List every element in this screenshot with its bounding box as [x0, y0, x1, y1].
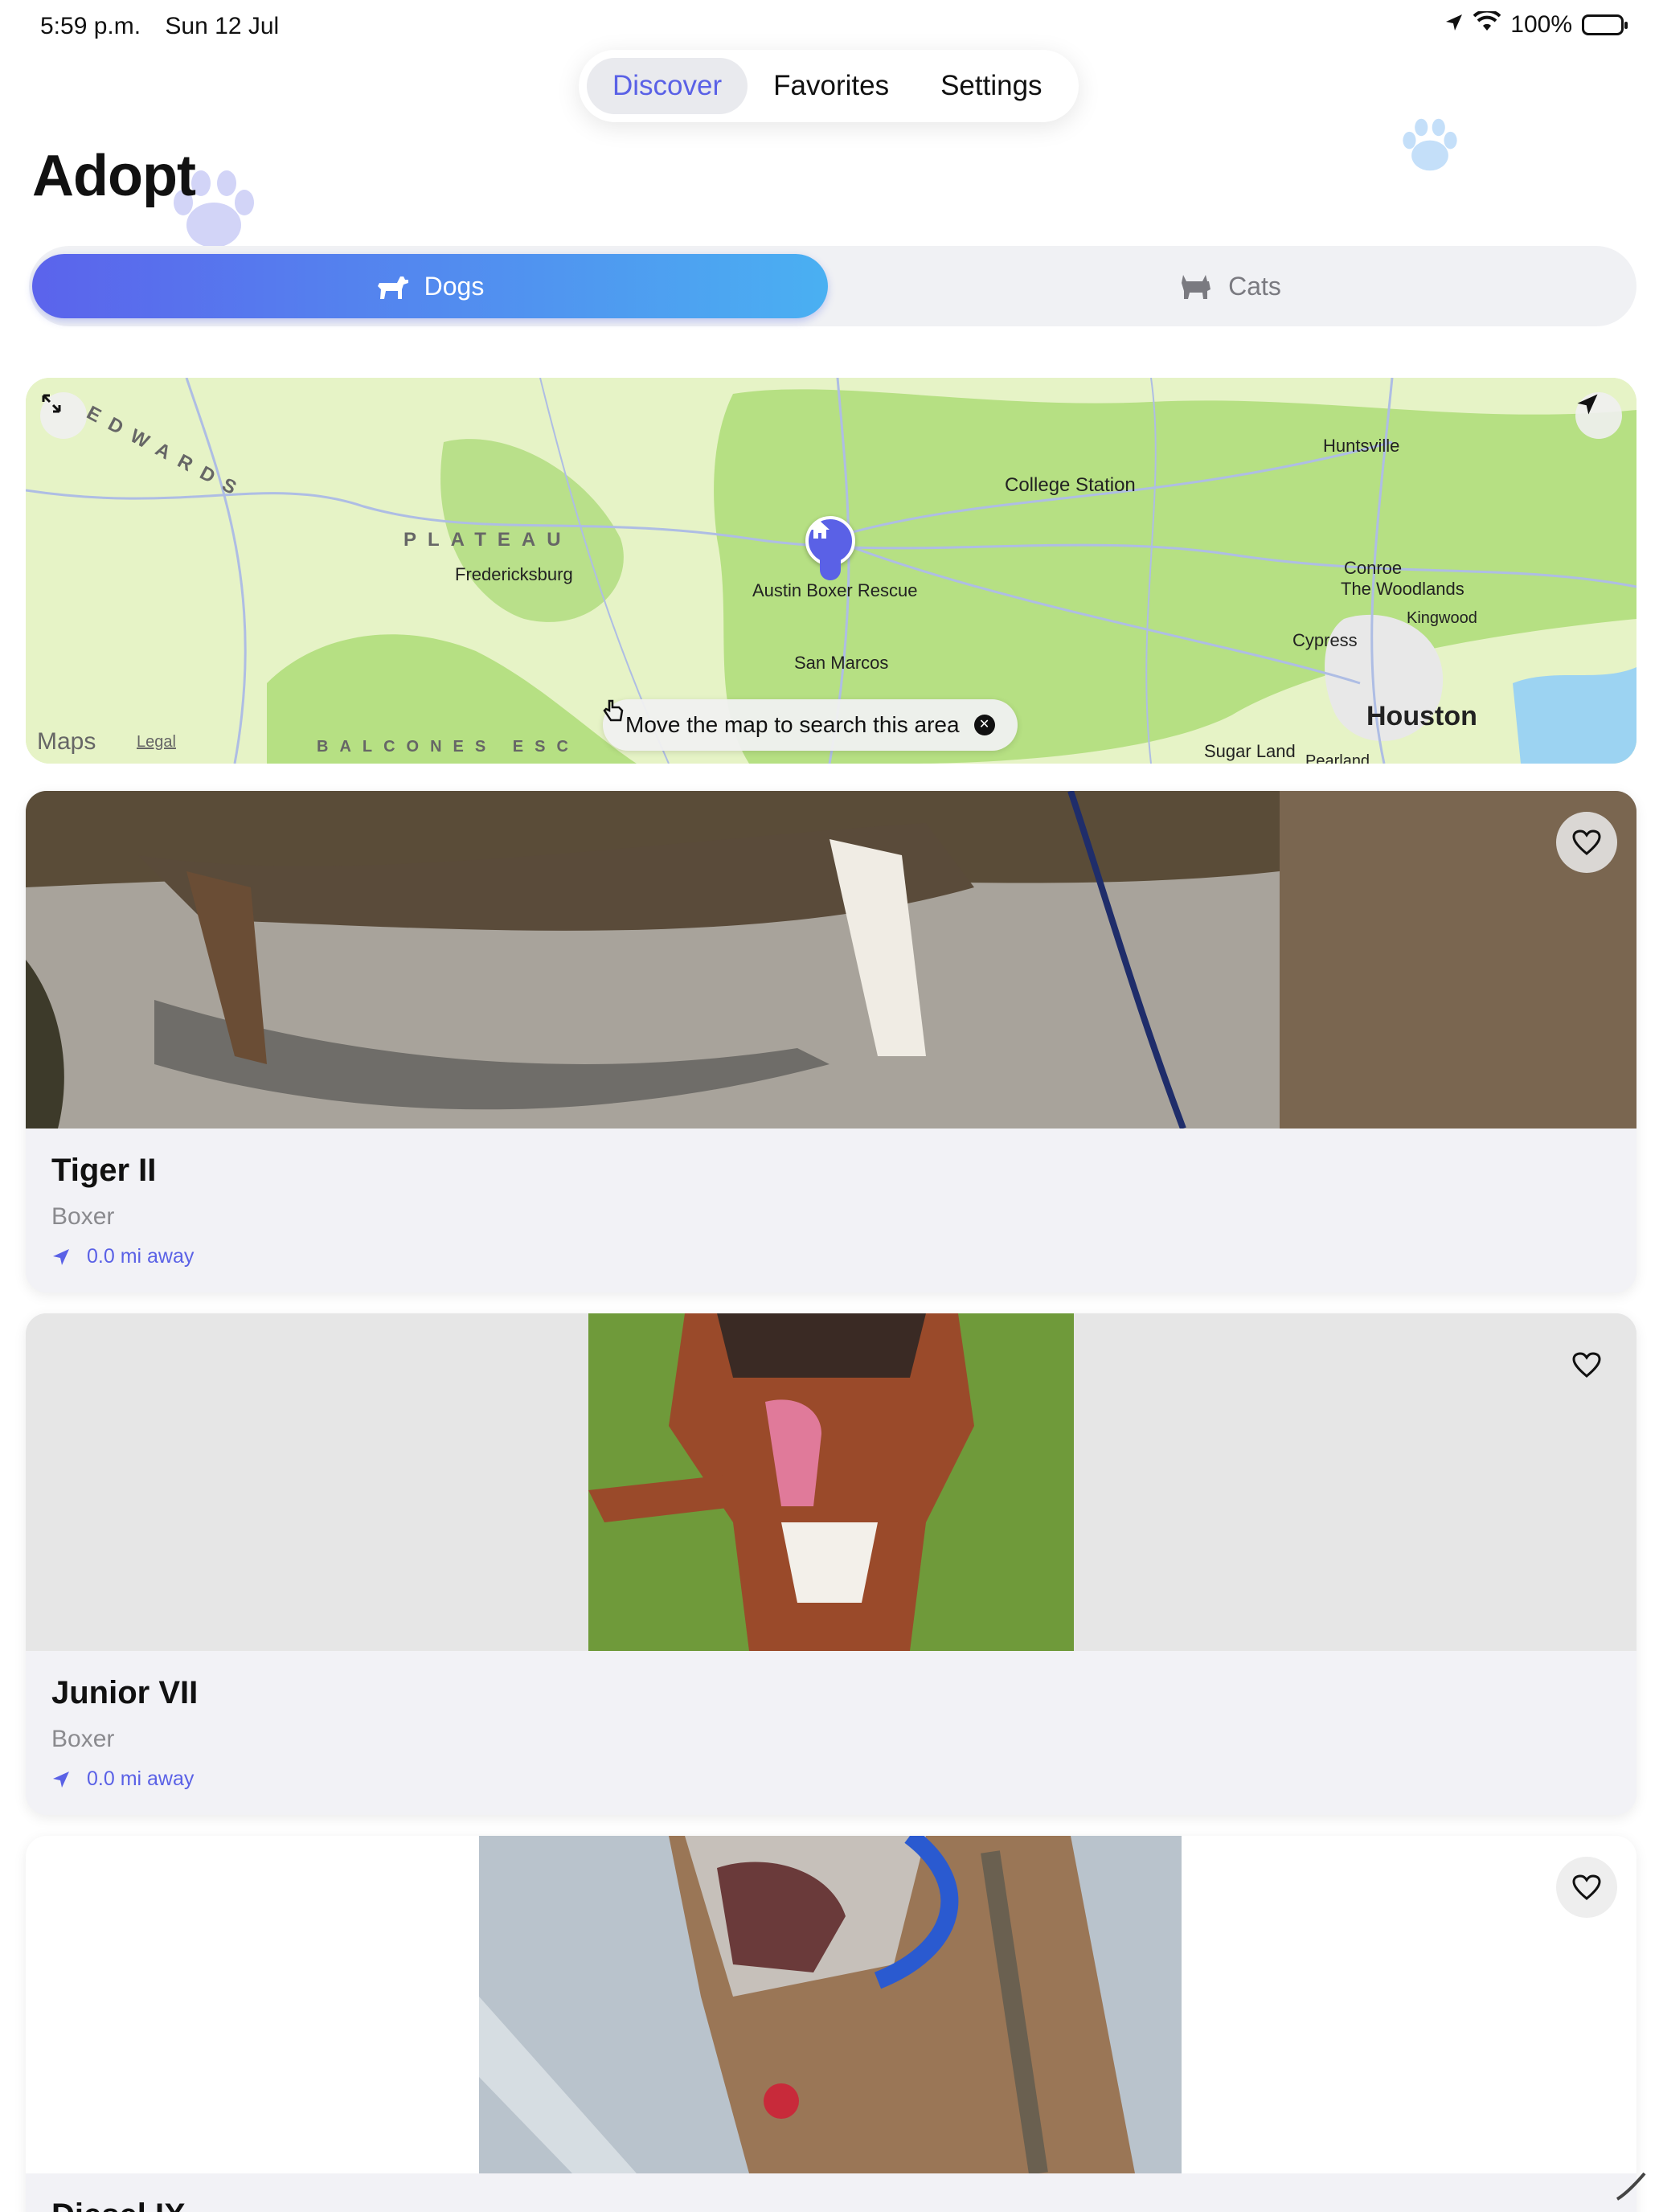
favorite-button[interactable]: [1556, 1857, 1617, 1918]
place-fredericksburg: Fredericksburg: [455, 564, 573, 584]
tab-favorites[interactable]: Favorites: [748, 58, 915, 114]
status-date: Sun 12 Jul: [165, 13, 280, 39]
pet-photo-image: [26, 1313, 1636, 1651]
pet-photo: [26, 1313, 1636, 1651]
battery-percent: 100%: [1510, 11, 1572, 38]
maps-brand: Maps: [37, 728, 96, 756]
place-pearland: Pearland: [1305, 752, 1370, 764]
pet-type-segment: Dogs Cats: [29, 246, 1636, 326]
hand-point-icon: [603, 699, 624, 722]
locate-me-button[interactable]: [1575, 392, 1622, 439]
place-cypress: Cypress: [1292, 630, 1358, 650]
heart-icon: [1572, 830, 1601, 855]
heart-icon: [1572, 1352, 1601, 1378]
scroll-indicator-icon: [1616, 2172, 1646, 2201]
battery-icon: [1582, 14, 1628, 35]
region-label-plateau: PLATEAU: [403, 529, 572, 551]
search-area-pill[interactable]: Move the map to search this area ✕: [603, 699, 1018, 751]
close-icon[interactable]: ✕: [973, 715, 995, 735]
location-arrow-icon: [1577, 394, 1598, 415]
maps-brand-label: Maps: [37, 728, 96, 755]
pet-photo: [26, 1836, 1636, 2173]
paw-print-icon: [1403, 118, 1457, 171]
region-label-balcones: BALCONES ESC: [317, 738, 580, 756]
pet-info: Diesel IX: [26, 2173, 1636, 2212]
place-austin-boxer-rescue: Austin Boxer Rescue: [752, 580, 918, 600]
pet-card[interactable]: Tiger II Boxer 0.0 mi away: [26, 791, 1636, 1292]
segment-dogs[interactable]: Dogs: [32, 254, 828, 318]
pet-card[interactable]: Junior VII Boxer 0.0 mi away: [26, 1313, 1636, 1815]
wifi-icon: [1473, 9, 1501, 39]
place-conroe: Conroe: [1344, 558, 1403, 578]
home-icon: [810, 521, 830, 539]
segment-dogs-label: Dogs: [424, 271, 485, 301]
location-arrow-icon: [1444, 11, 1464, 39]
favorite-button[interactable]: [1556, 812, 1617, 873]
status-right: 100%: [1444, 9, 1628, 39]
status-left: 5:59 p.m. Sun 12 Jul: [40, 13, 297, 40]
pet-info: Junior VII Boxer 0.0 mi away: [26, 1651, 1636, 1815]
pet-distance: 0.0 mi away: [51, 1768, 1611, 1791]
cat-icon: [1182, 275, 1211, 299]
dog-icon: [377, 276, 408, 299]
place-kingwood: Kingwood: [1407, 609, 1477, 627]
pet-card[interactable]: Diesel IX: [26, 1836, 1636, 2212]
pet-info: Tiger II Boxer 0.0 mi away: [26, 1129, 1636, 1292]
place-huntsville: Huntsville: [1323, 436, 1400, 456]
location-arrow-icon: [53, 1248, 69, 1265]
pet-breed: Boxer: [51, 1726, 115, 1752]
segment-cats[interactable]: Cats: [833, 254, 1628, 318]
pet-distance-label: 0.0 mi away: [87, 1245, 195, 1268]
location-arrow-icon: [53, 1771, 69, 1788]
pet-breed: Boxer: [51, 1203, 115, 1230]
place-sugar-land: Sugar Land: [1204, 741, 1296, 761]
place-the-woodlands: The Woodlands: [1341, 579, 1464, 599]
pet-photo-image: [26, 1836, 1636, 2173]
pet-name: Junior VII: [51, 1675, 199, 1710]
segment-cats-label: Cats: [1228, 271, 1281, 301]
pet-photo: [26, 791, 1636, 1129]
status-time: 5:59 p.m.: [40, 13, 141, 39]
pet-distance-label: 0.0 mi away: [87, 1768, 195, 1790]
pet-name: Diesel IX: [51, 2198, 1611, 2212]
tab-discover[interactable]: Discover: [587, 58, 748, 114]
status-bar: 5:59 p.m. Sun 12 Jul 100%: [0, 0, 1659, 51]
heart-icon: [1572, 1874, 1601, 1900]
pet-photo-image: [26, 791, 1636, 1129]
map-pin-tail: [820, 559, 841, 580]
pet-name: Tiger II: [51, 1153, 157, 1188]
map-pin[interactable]: [805, 516, 855, 566]
expand-map-button[interactable]: [40, 392, 87, 439]
expand-icon: [42, 394, 61, 413]
pet-distance: 0.0 mi away: [51, 1245, 1611, 1268]
maps-legal-link[interactable]: Legal: [137, 733, 176, 752]
place-san-marcos: San Marcos: [794, 653, 889, 673]
top-tab-bar: Discover Favorites Settings: [579, 50, 1079, 122]
favorite-button[interactable]: [1556, 1334, 1617, 1395]
search-area-hint: Move the map to search this area: [625, 712, 960, 737]
map-view[interactable]: EDWARDS PLATEAU BALCONES ESC Fredericksb…: [26, 378, 1636, 764]
page-title: Adopt: [32, 144, 196, 208]
place-college-station: College Station: [1005, 474, 1136, 496]
place-houston: Houston: [1366, 701, 1477, 731]
tab-settings[interactable]: Settings: [915, 58, 1067, 114]
